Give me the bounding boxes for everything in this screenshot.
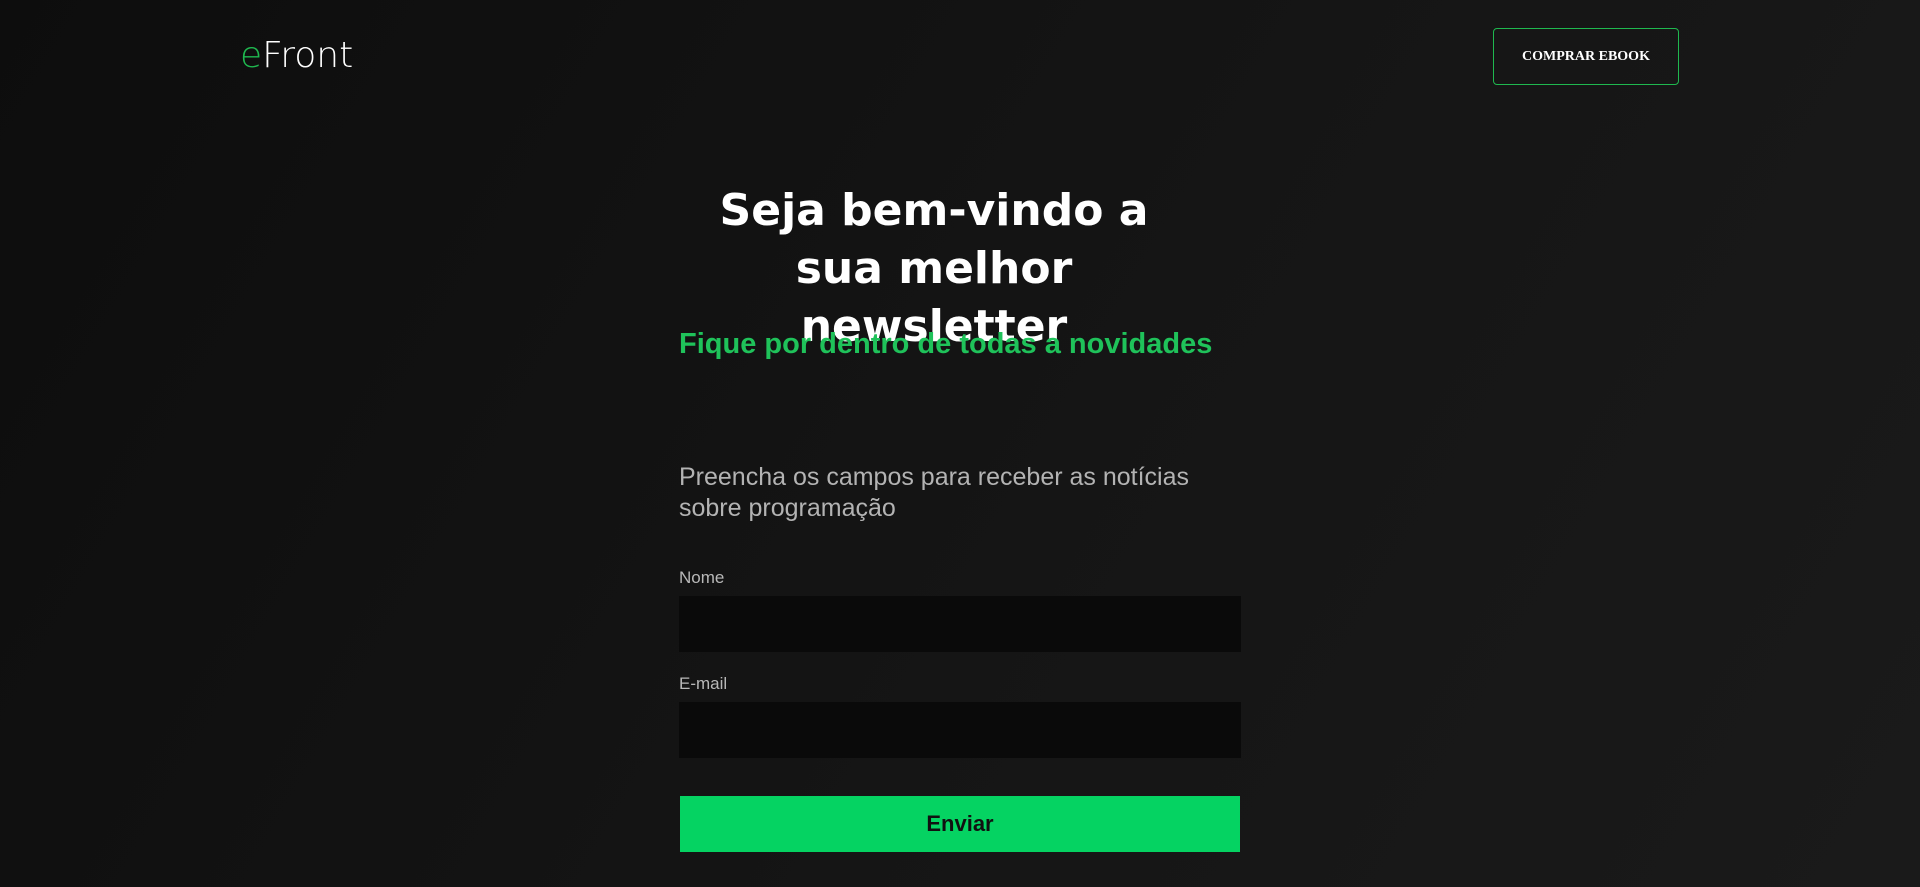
logo-text: Front <box>262 35 354 76</box>
email-input[interactable] <box>679 702 1241 758</box>
efront-logo[interactable]: eFront <box>240 34 353 78</box>
buy-ebook-button[interactable]: COMPRAR EBOOK <box>1493 28 1679 85</box>
logo-prefix: e <box>240 35 263 76</box>
name-label: Nome <box>679 568 725 587</box>
site-header: eFront COMPRAR EBOOK <box>0 0 1920 115</box>
email-label: E-mail <box>679 674 728 693</box>
name-input[interactable] <box>679 596 1241 652</box>
hero-subtitle: Fique por dentro de todas a novidades <box>679 328 1213 360</box>
form-instructions: Preencha os campos para receber as notíc… <box>679 463 1189 522</box>
submit-button[interactable]: Enviar <box>680 796 1240 852</box>
